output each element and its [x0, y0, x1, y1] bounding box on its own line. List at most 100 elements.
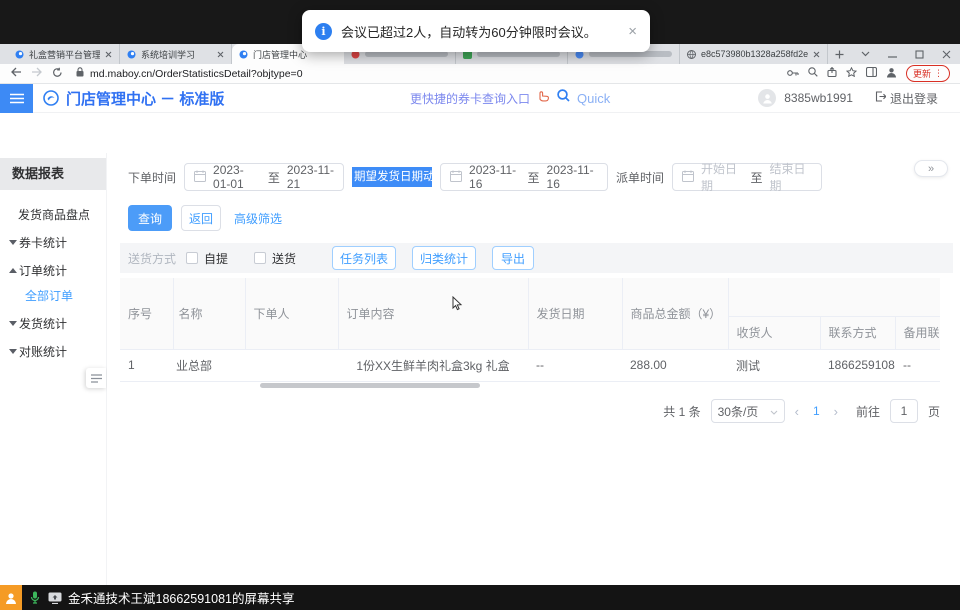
- sidebar-item-all-orders-active[interactable]: 全部订单: [0, 284, 106, 309]
- address-bar[interactable]: md.maboy.cn/OrderStatisticsDetail?objtyp…: [72, 67, 778, 80]
- new-tab-button[interactable]: [828, 44, 850, 64]
- quick-label[interactable]: Quick: [577, 91, 610, 106]
- window-close-button[interactable]: [933, 44, 960, 64]
- query-button[interactable]: 查询: [128, 205, 172, 231]
- pagination: 共 1 条 30条/页 ‹ 1 › 前往 1 页: [663, 399, 940, 423]
- back-icon[interactable]: [10, 67, 22, 80]
- tab-close-icon[interactable]: [105, 51, 112, 58]
- forward-icon[interactable]: [31, 67, 43, 80]
- screen: 礼盒营销平台管理中心 系统培训学习 门店管理中心: [0, 0, 960, 610]
- checkbox-icon[interactable]: [186, 252, 198, 264]
- cell-receiver: 测试: [728, 349, 820, 381]
- caret-up-icon: [9, 268, 17, 273]
- end-date: 2023-11-21: [287, 163, 334, 191]
- filter-collapse-button[interactable]: »: [914, 160, 948, 177]
- sidebar-collapse-toggle[interactable]: [86, 368, 106, 388]
- horizontal-scrollbar[interactable]: [260, 383, 480, 388]
- lock-icon: [76, 67, 84, 80]
- dispatch-date-range-input[interactable]: 开始日期 至 结束日期: [672, 163, 822, 191]
- window-maximize-button[interactable]: [906, 44, 933, 64]
- browser-toolbar: md.maboy.cn/OrderStatisticsDetail?objtyp…: [0, 64, 960, 84]
- order-date-range-input[interactable]: 2023-01-01 至 2023-11-21: [184, 163, 344, 191]
- search-icon[interactable]: [557, 89, 570, 107]
- sidebar-item-order-stats[interactable]: 订单统计: [0, 256, 106, 284]
- browser-tab-gift-platform[interactable]: 礼盒营销平台管理中心: [8, 44, 120, 64]
- col-contact: 联系方式: [820, 316, 895, 349]
- bookmark-star-icon[interactable]: [846, 67, 857, 80]
- tab-title: 系统培训学习: [141, 48, 212, 61]
- col-content: 订单内容: [338, 278, 528, 349]
- app-header: 门店管理中心 － 标准版 更快捷的券卡查询入口 Quick 8385wb1991: [0, 84, 960, 113]
- col-orderer: 下单人: [245, 278, 338, 349]
- username: 8385wb1991: [784, 91, 853, 105]
- tab-close-icon[interactable]: [813, 51, 820, 58]
- share-status-text: 金禾通技术王斌18662591081的屏幕共享: [68, 588, 294, 607]
- checkbox-icon[interactable]: [254, 252, 266, 264]
- export-button[interactable]: 导出: [492, 246, 534, 270]
- page-title: 门店管理中心 － 标准版: [66, 88, 224, 109]
- tab-close-icon[interactable]: [217, 51, 224, 58]
- profile-icon[interactable]: [886, 67, 897, 81]
- cell-content: 1份XX生鲜羊肉礼盒3kg 礼盒: [338, 349, 528, 381]
- col-ship-date: 发货日期: [528, 278, 622, 349]
- browser-tab-hash[interactable]: e8c573980b1328a258fd2e618: [680, 44, 828, 64]
- chevron-down-icon: [770, 404, 778, 418]
- zoom-icon[interactable]: [808, 67, 818, 80]
- sidebar-section-data-reports: 数据报表: [0, 158, 106, 190]
- quick-entry-area: 更快捷的券卡查询入口 Quick: [410, 89, 610, 107]
- prev-page-button[interactable]: ‹: [795, 404, 799, 419]
- sidebar-item-reconciliation-stats[interactable]: 对账统计: [0, 337, 106, 365]
- window-controls: [852, 44, 960, 64]
- quick-entry-link[interactable]: 更快捷的券卡查询入口: [410, 90, 530, 107]
- filter-row: 下单时间 2023-01-01 至 2023-11-21 期望发货日期动态 20…: [128, 163, 822, 191]
- reload-icon[interactable]: [52, 67, 63, 81]
- classify-stats-button[interactable]: 归类统计: [412, 246, 476, 270]
- start-date: 2023-11-16: [469, 163, 520, 191]
- end-date: 2023-11-16: [547, 163, 598, 191]
- action-buttons: 查询 返回 高级筛选: [128, 205, 282, 231]
- user-area: 8385wb1991 退出登录: [758, 89, 938, 107]
- table-row[interactable]: 1 业总部 1份XX生鲜羊肉礼盒3kg 礼盒 -- 288.00 测试 1866…: [120, 349, 940, 381]
- pickup-checkbox[interactable]: 自提: [186, 250, 228, 267]
- share-icon[interactable]: [827, 67, 837, 80]
- caret-down-icon: [9, 349, 17, 354]
- tab-title: e8c573980b1328a258fd2e618: [701, 49, 808, 59]
- microphone-icon[interactable]: [30, 591, 40, 604]
- app-logo-icon: [43, 90, 59, 106]
- task-list-button[interactable]: 任务列表: [332, 246, 396, 270]
- side-panel-icon[interactable]: [866, 67, 877, 80]
- sidebar-item-shipment-inventory[interactable]: 发货商品盘点: [0, 200, 106, 228]
- notification-text: 会议已超过2人，自动转为60分钟限时会议。: [341, 22, 619, 41]
- browser-tab-training[interactable]: 系统培训学习: [120, 44, 232, 64]
- sidebar-item-coupon-stats[interactable]: 券卡统计: [0, 228, 106, 256]
- advanced-filter-link[interactable]: 高级筛选: [234, 210, 282, 227]
- expected-ship-date-range-input[interactable]: 2023-11-16 至 2023-11-16: [440, 163, 608, 191]
- menu-hamburger-icon[interactable]: [0, 84, 33, 113]
- dispatch-time-label: 派单时间: [616, 169, 664, 186]
- avatar: [758, 89, 776, 107]
- goto-page-input[interactable]: 1: [890, 399, 918, 423]
- logout-button[interactable]: 退出登录: [875, 90, 938, 107]
- table-toolbar: 送货方式 自提 送货 任务列表 归类统计 导出: [120, 243, 953, 273]
- next-page-button[interactable]: ›: [834, 404, 838, 419]
- sidebar-item-shipping-stats[interactable]: 发货统计: [0, 309, 106, 337]
- back-button[interactable]: 返回: [181, 205, 221, 231]
- password-key-icon[interactable]: [787, 68, 799, 80]
- window-minimize-button[interactable]: [879, 44, 906, 64]
- end-date-placeholder: 结束日期: [770, 160, 812, 194]
- notification-close-icon[interactable]: ×: [628, 23, 637, 40]
- page-size-select[interactable]: 30条/页: [711, 399, 785, 423]
- delivery-checkbox[interactable]: 送货: [254, 250, 296, 267]
- col-name: 名称: [173, 278, 245, 349]
- browser-update-button[interactable]: 更新 ⋮: [906, 65, 950, 82]
- delivery-mode-label: 送货方式: [128, 250, 176, 267]
- screen-share-icon[interactable]: [48, 592, 62, 604]
- current-page[interactable]: 1: [809, 404, 824, 418]
- cell-seq: 1: [120, 349, 173, 381]
- order-time-label: 下单时间: [128, 169, 176, 186]
- tab-search-icon[interactable]: [852, 44, 879, 64]
- cell-contact: 18662591081: [820, 349, 895, 381]
- calendar-icon: [194, 170, 206, 185]
- cell-orderer: [245, 349, 338, 381]
- pointing-finger-icon: [537, 89, 550, 107]
